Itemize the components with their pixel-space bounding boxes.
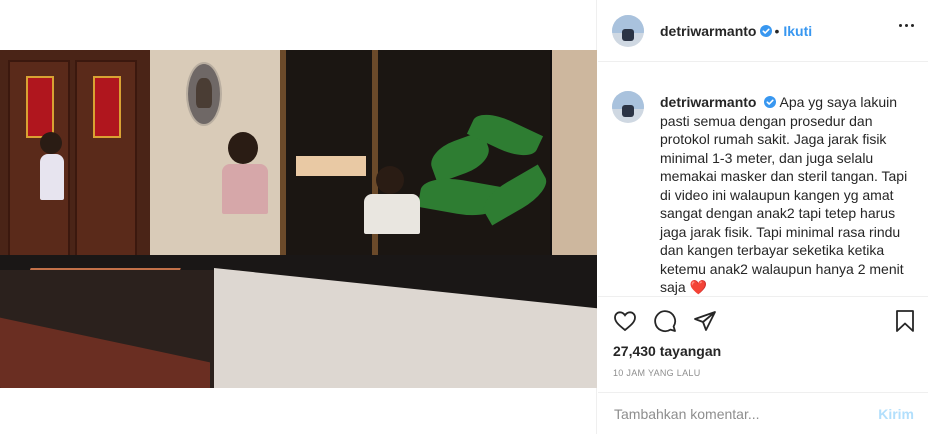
post-video[interactable] [0,50,597,388]
child-head [376,166,404,194]
child-body [222,164,268,214]
view-count[interactable]: 27,430 tayangan [613,343,721,359]
caption-text: detriwarmanto Apa yg saya lakuin pasti s… [660,93,910,295]
heart-outline-icon[interactable] [612,309,638,333]
verified-badge-icon [760,24,773,37]
child-body [364,194,420,234]
post-header: detriwarmanto • Ikuti [598,0,928,62]
more-options-icon[interactable] [899,24,914,27]
child-figure [364,166,420,234]
post-comment-button[interactable]: Kirim [878,406,914,422]
child-head [40,132,62,154]
follow-button[interactable]: Ikuti [783,23,812,39]
paper-plane-icon[interactable] [692,309,718,333]
header-username[interactable]: detriwarmanto [660,23,756,39]
child-head [228,132,258,164]
wooden-door [75,60,137,265]
comment-icon[interactable] [652,309,678,333]
comment-form: Kirim [598,392,928,434]
verified-badge-icon [764,96,777,108]
header-separator: • [774,22,780,39]
bookmark-icon[interactable] [892,309,918,333]
child-figure [40,132,64,200]
action-bar [598,296,928,344]
post-media-pane [0,0,597,434]
caption-username[interactable]: detriwarmanto [660,94,756,110]
caption-body: Apa yg saya lakuin pasti semua dengan pr… [660,94,908,295]
heart-emoji: ❤️ [689,279,708,295]
red-wall-art [26,76,54,138]
caption-section: detriwarmanto Apa yg saya lakuin pasti s… [598,63,928,295]
instagram-post-modal: detriwarmanto • Ikuti detriwarmanto Apa … [0,0,928,434]
avatar[interactable] [612,14,644,47]
post-timestamp[interactable]: 10 JAM YANG LALU [613,368,701,378]
right-wall [552,50,597,275]
emblem-bird [196,78,212,108]
garuda-emblem [186,62,222,126]
child-figure [222,132,268,214]
red-wall-art [93,76,121,138]
window-frame [280,50,286,260]
caption-avatar[interactable] [612,91,644,123]
comment-input[interactable] [614,405,879,422]
post-details-panel: detriwarmanto • Ikuti detriwarmanto Apa … [598,0,928,434]
child-body [40,154,64,200]
window-reflection [296,156,366,176]
